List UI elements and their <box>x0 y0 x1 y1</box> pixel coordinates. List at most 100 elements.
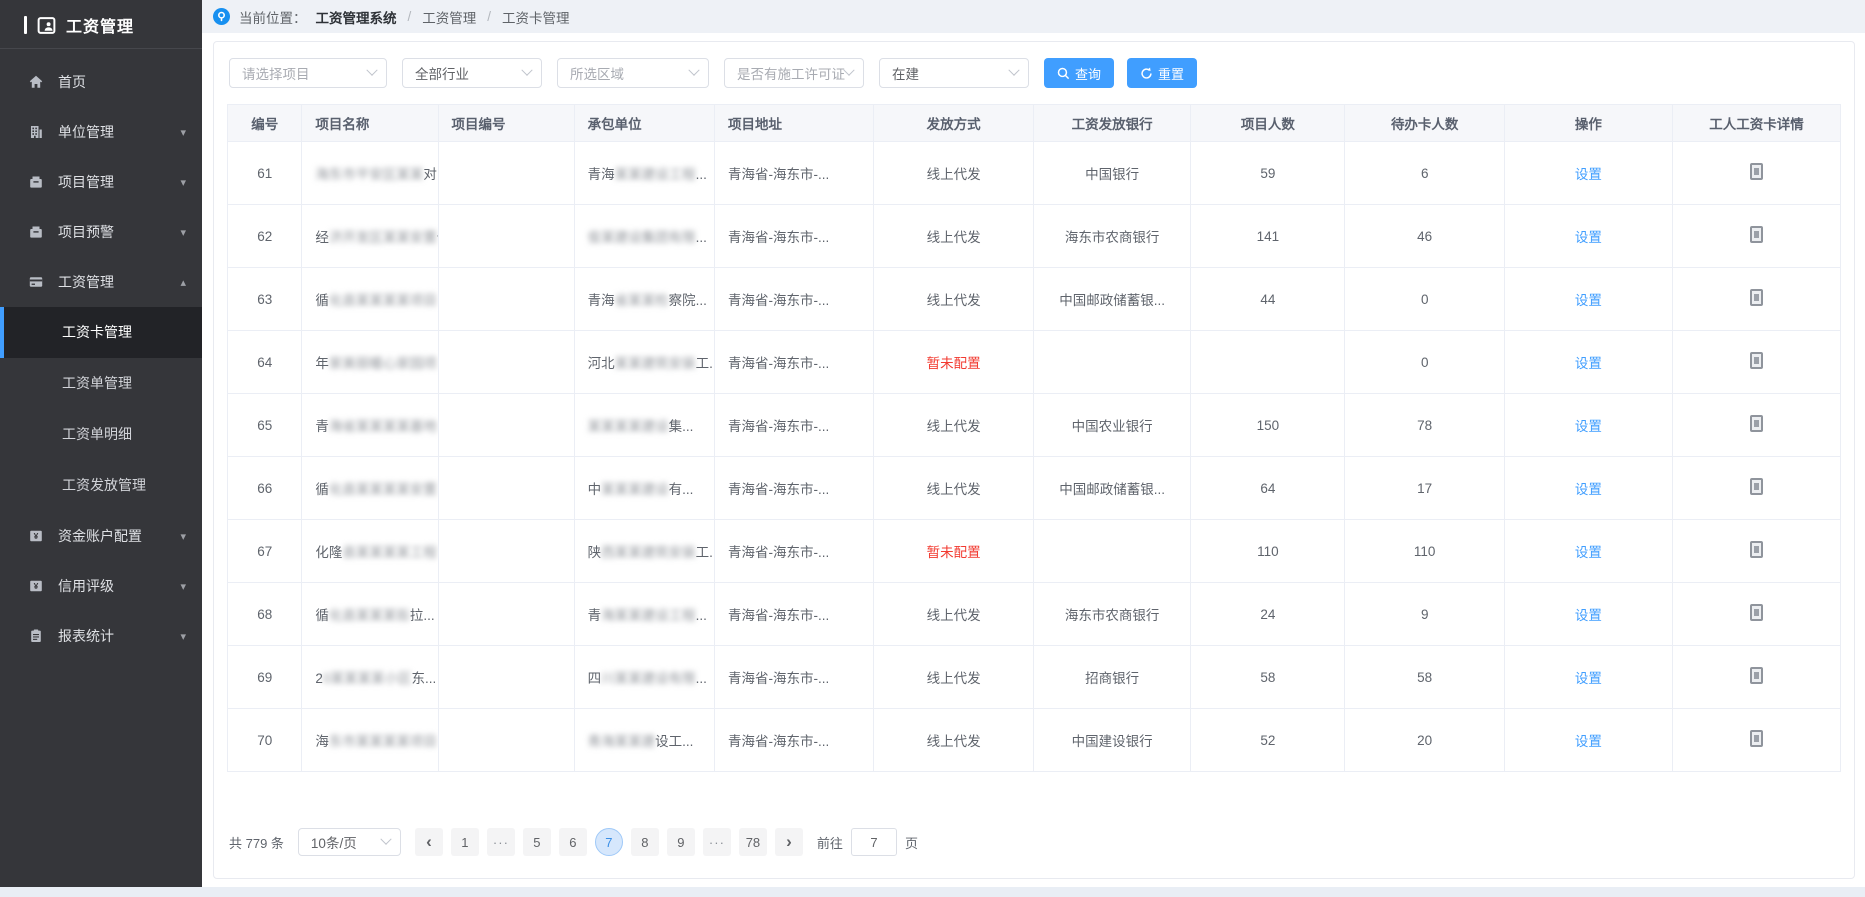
sidebar-item-wage[interactable]: 工资管理▴ <box>0 257 202 307</box>
clear-text: ... <box>696 230 707 245</box>
more-pages-button[interactable]: ··· <box>703 828 731 856</box>
page-button-9[interactable]: 9 <box>667 828 695 856</box>
column-header-2: 项目编号 <box>438 105 574 142</box>
settings-link[interactable]: 设置 <box>1575 671 1602 686</box>
page-button-78[interactable]: 78 <box>739 828 767 856</box>
sidebar-item-report[interactable]: 报表统计▾ <box>0 611 202 661</box>
pay-method-cell: 线上代发 <box>874 709 1033 772</box>
settings-link[interactable]: 设置 <box>1575 230 1602 245</box>
project-address-cell: 青海省-海东市-... <box>714 142 873 205</box>
wage-card-detail-icon[interactable] <box>1750 667 1763 684</box>
clear-text: ... <box>696 167 707 182</box>
redacted-text: 某某建筑安装 <box>615 356 696 371</box>
wage-card-detail-icon[interactable] <box>1750 352 1763 369</box>
settings-link[interactable]: 设置 <box>1575 293 1602 308</box>
settings-link[interactable]: 设置 <box>1575 734 1602 749</box>
logo-divider-bar <box>24 16 27 34</box>
sidebar-subitem-wage-card[interactable]: 工资卡管理 <box>0 307 202 358</box>
building-icon <box>28 124 45 140</box>
sidebar-item-home[interactable]: 首页 <box>0 57 202 107</box>
redacted-text: 化县某某某某项目 <box>329 293 437 308</box>
people-count-cell: 52 <box>1191 709 1345 772</box>
filter-select-value: 是否有施工许可证 <box>737 63 845 83</box>
filter-bar: 请选择项目全部行业所选区域 是否有施工许可证 在建 查询 重置 <box>229 58 1841 88</box>
prev-page-button[interactable]: ‹ <box>415 828 443 856</box>
wage-card-logo-icon <box>36 15 57 36</box>
row-index-cell: 70 <box>228 709 302 772</box>
breadcrumb-item-wage[interactable]: 工资管理 <box>422 7 476 27</box>
wage-card-detail-icon[interactable] <box>1750 226 1763 243</box>
filter-select-status[interactable]: 在建 <box>879 58 1029 88</box>
column-header-5: 发放方式 <box>874 105 1033 142</box>
settings-link[interactable]: 设置 <box>1575 608 1602 623</box>
search-button[interactable]: 查询 <box>1044 58 1114 88</box>
reset-button[interactable]: 重置 <box>1127 58 1197 88</box>
wage-card-detail-icon[interactable] <box>1750 730 1763 747</box>
breadcrumb-root[interactable]: 工资管理系统 <box>316 7 397 27</box>
settings-link[interactable]: 设置 <box>1575 419 1602 434</box>
filter-select-region[interactable]: 所选区域 <box>557 58 709 88</box>
table-row: 64年家美丽暖心家园项...河北某某建筑安装工...青海省-海东市-...暂未配… <box>228 331 1841 394</box>
wage-card-detail-cell <box>1672 583 1840 646</box>
people-count-cell: 64 <box>1191 457 1345 520</box>
filter-select-permit[interactable]: 是否有施工许可证 <box>724 58 864 88</box>
sidebar-submenu: 工资卡管理工资单管理工资单明细工资发放管理 <box>0 307 202 511</box>
wage-card-detail-icon[interactable] <box>1750 541 1763 558</box>
breadcrumb-item-wage-card[interactable]: 工资卡管理 <box>502 7 570 27</box>
table-row: 68循化县某某某街拉...青海某某建设工程...青海省-海东市-...线上代发海… <box>228 583 1841 646</box>
wage-card-detail-icon[interactable] <box>1750 163 1763 180</box>
project-address-cell: 青海省-海东市-... <box>714 520 873 583</box>
column-header-0: 编号 <box>228 105 302 142</box>
row-index-cell: 64 <box>228 331 302 394</box>
clear-text: 工... <box>696 545 715 560</box>
pay-bank-cell: 海东市农商银行 <box>1033 583 1190 646</box>
redacted-text: 海东市平安区某某 <box>315 167 423 182</box>
sidebar-item-fund[interactable]: ¥资金账户配置▾ <box>0 511 202 561</box>
page-button-6[interactable]: 6 <box>559 828 587 856</box>
sidebar-subitem-payroll-detail[interactable]: 工资单明细 <box>0 409 202 460</box>
sidebar-subitem-wage-issue[interactable]: 工资发放管理 <box>0 460 202 511</box>
sidebar-item-warning[interactable]: 项目预警▾ <box>0 207 202 257</box>
sidebar-item-project[interactable]: 项目管理▾ <box>0 157 202 207</box>
wage-card-detail-icon[interactable] <box>1750 415 1763 432</box>
goto-suffix: 页 <box>905 833 918 852</box>
project-name-cell: 循化县某某某某安置... <box>302 457 438 520</box>
chevron-down-icon: ▾ <box>180 580 186 593</box>
page-button-1[interactable]: 1 <box>451 828 479 856</box>
wage-card-detail-cell <box>1672 331 1840 394</box>
goto-page-input[interactable] <box>851 828 897 856</box>
settings-link[interactable]: 设置 <box>1575 545 1602 560</box>
more-pages-button[interactable]: ··· <box>487 828 515 856</box>
sidebar-item-credit[interactable]: ¥信用评级▾ <box>0 561 202 611</box>
pending-card-count-cell: 0 <box>1345 268 1504 331</box>
project-code-cell <box>438 583 574 646</box>
settings-link[interactable]: 设置 <box>1575 167 1602 182</box>
sidebar-subitem-payroll[interactable]: 工资单管理 <box>0 358 202 409</box>
page-button-8[interactable]: 8 <box>631 828 659 856</box>
home-icon <box>28 74 45 90</box>
actions-cell: 设置 <box>1504 709 1672 772</box>
fund-icon: ¥ <box>28 528 45 544</box>
wage-card-detail-icon[interactable] <box>1750 289 1763 306</box>
redacted-text: 0某某某某小区 <box>323 671 412 686</box>
pending-card-count-cell: 6 <box>1345 142 1504 205</box>
redacted-text: 化县某某某街 <box>329 608 410 623</box>
wage-card-detail-icon[interactable] <box>1750 604 1763 621</box>
pay-method-cell: 线上代发 <box>874 646 1033 709</box>
page-size-select[interactable]: 10条/页 <box>298 828 401 856</box>
page-button-5[interactable]: 5 <box>523 828 551 856</box>
filter-select-industry[interactable]: 全部行业 <box>402 58 542 88</box>
settings-link[interactable]: 设置 <box>1575 356 1602 371</box>
next-page-button[interactable]: › <box>775 828 803 856</box>
filter-select-project[interactable]: 请选择项目 <box>229 58 387 88</box>
page-button-7[interactable]: 7 <box>595 828 623 856</box>
people-count-cell: 24 <box>1191 583 1345 646</box>
sidebar-item-unit[interactable]: 单位管理▾ <box>0 107 202 157</box>
actions-cell: 设置 <box>1504 583 1672 646</box>
wage-card-detail-icon[interactable] <box>1750 478 1763 495</box>
people-count-cell: 150 <box>1191 394 1345 457</box>
project-address-cell: 青海省-海东市-... <box>714 646 873 709</box>
clear-text: 经 <box>315 230 329 245</box>
contractor-cell: 四川某某建设有限... <box>574 646 714 709</box>
settings-link[interactable]: 设置 <box>1575 482 1602 497</box>
